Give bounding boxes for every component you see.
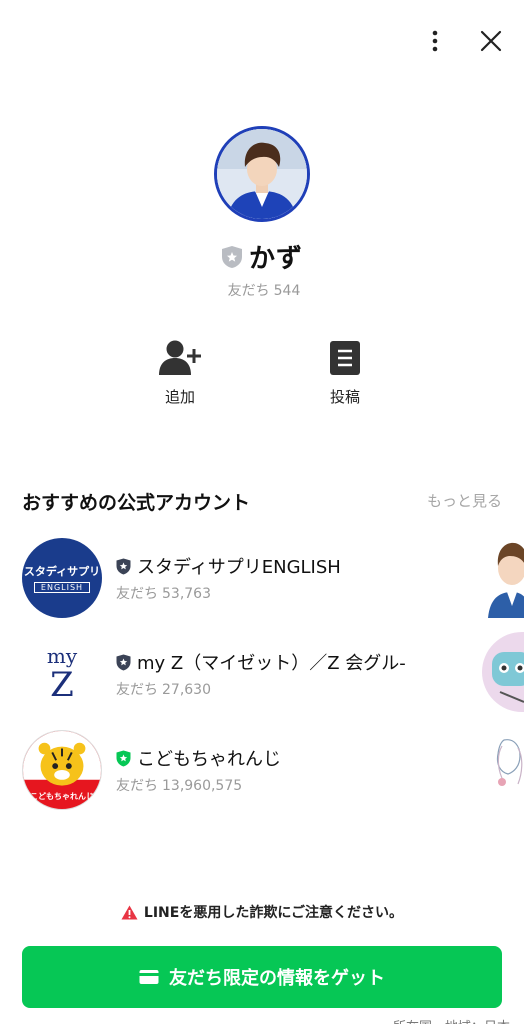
warning-text: LINEを悪用した詐欺にご注意ください。 bbox=[143, 905, 404, 921]
more-options-icon[interactable] bbox=[420, 26, 450, 56]
logo-text: こどもちゃれんじ bbox=[30, 791, 94, 801]
post-button[interactable]: 投稿 bbox=[305, 338, 385, 407]
see-more-link[interactable]: もっと見る bbox=[427, 490, 502, 511]
top-actions bbox=[420, 26, 506, 56]
friends-count: 53,763 bbox=[162, 586, 211, 602]
verified-badge-icon bbox=[221, 245, 242, 268]
recommended-title: おすすめの公式アカウント bbox=[22, 492, 251, 514]
recommended-item-thumbnail[interactable] bbox=[474, 726, 524, 810]
friends-label: 友だち bbox=[116, 778, 158, 794]
myz-logo: my Z bbox=[22, 634, 102, 714]
post-icon bbox=[330, 341, 360, 375]
account-name: こどもちゃれんじ bbox=[137, 749, 281, 770]
fraud-warning: LINEを悪用した詐欺にご注意ください。 bbox=[0, 902, 524, 922]
logo-text: my bbox=[46, 644, 78, 668]
friends-count: 27,630 bbox=[162, 682, 211, 698]
wallet-icon bbox=[139, 970, 159, 984]
add-friend-label: 追加 bbox=[164, 388, 195, 406]
warning-icon bbox=[121, 905, 138, 919]
friends-count: 13,960,575 bbox=[162, 778, 243, 794]
logo-subtext: Z bbox=[50, 665, 74, 705]
post-label: 投稿 bbox=[329, 388, 360, 406]
recommended-item-thumbnail[interactable] bbox=[474, 630, 524, 714]
get-info-button[interactable]: 友だち限定の情報をゲット bbox=[22, 946, 502, 1008]
add-friend-button[interactable]: 追加 bbox=[140, 338, 220, 407]
avatar[interactable] bbox=[214, 126, 310, 222]
account-name: スタディサプリENGLISH bbox=[137, 557, 341, 578]
account-name: my Z（マイゼット）／Z 会グル- bbox=[137, 653, 406, 674]
recommended-item-thumbnail[interactable] bbox=[474, 534, 524, 618]
logo-subtext: ENGLISH bbox=[33, 582, 91, 593]
close-icon[interactable] bbox=[476, 26, 506, 56]
studysapuri-logo: スタディサプリ ENGLISH bbox=[22, 538, 102, 618]
recommended-item[interactable]: スタディサプリ ENGLISH スタディサプリENGLISH 友だち 53,763 bbox=[22, 536, 492, 620]
friends-label: 友だち bbox=[116, 586, 158, 602]
profile-name-row: かず bbox=[0, 238, 524, 275]
recommended-item[interactable]: my Z my Z（マイゼット）／Z 会グル- 友だち 27,630 bbox=[22, 632, 492, 716]
profile-name: かず bbox=[248, 244, 303, 274]
get-info-label: 友だち限定の情報をゲット bbox=[169, 968, 385, 989]
friends-count: 544 bbox=[273, 283, 301, 299]
friends-label: 友だち bbox=[116, 682, 158, 698]
shield-badge-icon bbox=[116, 750, 131, 766]
kodomo-challenge-logo: こどもちゃれんじ bbox=[22, 730, 102, 810]
shield-badge-icon bbox=[116, 558, 131, 574]
logo-text: スタディサプリ bbox=[23, 565, 101, 578]
profile-friends-count: 友だち 544 bbox=[0, 280, 524, 300]
shield-badge-icon bbox=[116, 654, 131, 670]
country-region-text: 所在国・地域：日本 bbox=[393, 1016, 510, 1024]
friends-label: 友だち bbox=[227, 283, 270, 299]
recommended-item[interactable]: こどもちゃれんじ こどもちゃれんじ 友だち 13,960,575 bbox=[22, 728, 492, 812]
add-friend-icon bbox=[159, 340, 201, 375]
